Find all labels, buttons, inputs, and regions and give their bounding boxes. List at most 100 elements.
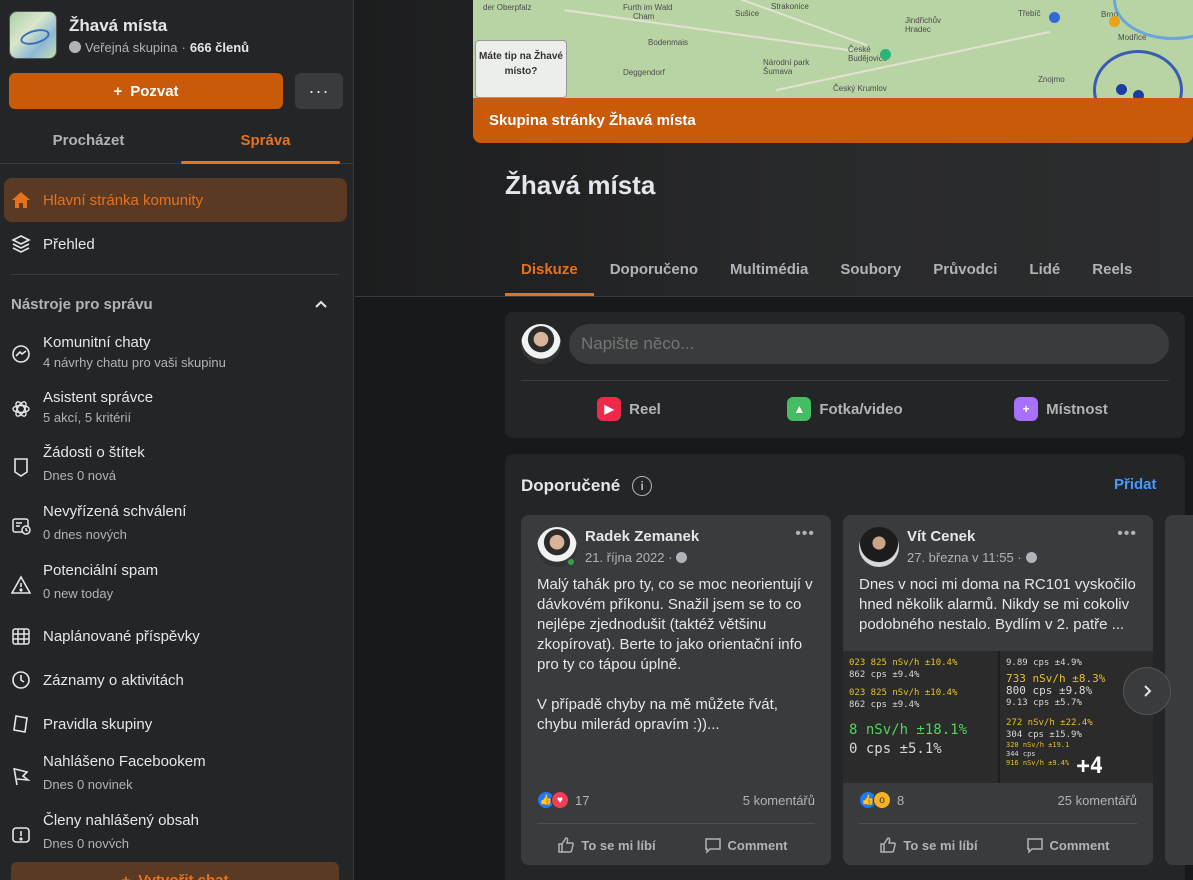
map-marker[interactable] bbox=[880, 49, 891, 60]
sidebar-item-community-chats[interactable]: Komunitní chaty 4 návrhy chatu pro vaši … bbox=[4, 334, 347, 378]
more-options-button[interactable]: ··· bbox=[295, 73, 343, 109]
post-input[interactable] bbox=[569, 324, 1169, 364]
post-text: Dnes v noci mi doma na RC101 vyskočilo h… bbox=[859, 576, 1136, 633]
create-chat-label: Vytvořit chat bbox=[138, 871, 229, 880]
group-title[interactable]: Žhavá místa bbox=[69, 16, 249, 36]
comment-count[interactable]: 25 komentářů bbox=[1058, 793, 1138, 808]
map-marker[interactable] bbox=[1133, 90, 1144, 98]
cover-caption[interactable]: Skupina stránky Žhavá místa bbox=[473, 98, 1193, 143]
group-members[interactable]: 666 členů bbox=[190, 40, 249, 55]
map-marker[interactable] bbox=[1049, 12, 1060, 23]
divider bbox=[521, 380, 1169, 381]
comment-count[interactable]: 5 komentářů bbox=[743, 793, 815, 808]
tip-box[interactable]: Máte tip na Žhavé místo? bbox=[475, 40, 567, 98]
tool-sub: 5 akcí, 5 kritérií bbox=[43, 410, 132, 425]
more-media-count[interactable]: +4 bbox=[1077, 756, 1104, 778]
post-options-button[interactable]: ••• bbox=[795, 525, 815, 543]
reel-icon: ▶ bbox=[597, 397, 622, 421]
avatar[interactable] bbox=[521, 324, 561, 364]
home-icon bbox=[10, 189, 32, 211]
post-media-grid[interactable]: 023 825 nSv/h ±10.4% 862 cps ±9.4% 023 8… bbox=[843, 651, 1153, 783]
room-button[interactable]: + Místnost bbox=[953, 388, 1169, 430]
carousel-next-button[interactable] bbox=[1123, 667, 1171, 715]
sidebar-item-potential-spam[interactable]: Potenciální spam 0 new today bbox=[4, 562, 347, 610]
sidebar-item-admin-assistant[interactable]: Asistent správce 5 akcí, 5 kritérií bbox=[4, 389, 347, 433]
report-icon bbox=[10, 824, 32, 846]
post-author[interactable]: Radek Zemanek bbox=[585, 528, 699, 545]
add-featured-link[interactable]: Přidat bbox=[1114, 476, 1157, 493]
map-marker[interactable] bbox=[1116, 84, 1127, 95]
reel-button[interactable]: ▶ Reel bbox=[521, 388, 737, 430]
tab-featured[interactable]: Doporučeno bbox=[594, 242, 714, 296]
post-options-button[interactable]: ••• bbox=[1117, 525, 1137, 543]
sidebar-item-community-home[interactable]: Hlavní stránka komunity bbox=[4, 178, 347, 222]
post-date[interactable]: 21. října 2022 · bbox=[585, 550, 672, 565]
sidebar-item-tag-requests[interactable]: Žádosti o štítek Dnes 0 nová bbox=[4, 444, 347, 492]
featured-post-card[interactable]: Vít Cenek 27. března v 11:55 · ••• Dnes … bbox=[843, 515, 1153, 865]
sidebar-item-overview[interactable]: Přehled bbox=[4, 222, 347, 266]
tool-sub: Dnes 0 nová bbox=[43, 468, 116, 483]
map-place: Deggendorf bbox=[623, 68, 665, 77]
sidebar-item-pending-approvals[interactable]: Nevyřízená schválení 0 dnes nových bbox=[4, 503, 347, 551]
tab-guides[interactable]: Průvodci bbox=[917, 242, 1013, 296]
info-icon[interactable]: i bbox=[632, 476, 653, 496]
comment-icon bbox=[1026, 838, 1043, 854]
reactions-summary[interactable]: 👍 ♥ 17 bbox=[537, 791, 589, 809]
tab-people[interactable]: Lidé bbox=[1013, 242, 1076, 296]
featured-section: Doporučené i Přidat Radek Zemanek 21. ří… bbox=[505, 454, 1185, 880]
tab-browse[interactable]: Procházet bbox=[0, 118, 177, 163]
avatar[interactable] bbox=[859, 527, 899, 567]
sidebar-item-member-reported[interactable]: Členy nahlášený obsah Dnes 0 nových bbox=[4, 812, 347, 848]
chevron-up-icon[interactable] bbox=[313, 296, 329, 312]
post-date[interactable]: 27. března v 11:55 · bbox=[907, 550, 1022, 565]
sidebar-tabs: Procházet Správa bbox=[0, 118, 353, 164]
tool-sub: 4 návrhy chatu pro vaši skupinu bbox=[43, 355, 226, 370]
like-button[interactable]: To se mi líbí bbox=[859, 829, 998, 861]
tab-discussion[interactable]: Diskuze bbox=[505, 242, 594, 296]
tool-label: Naplánované příspěvky bbox=[43, 627, 200, 645]
sidebar-item-group-rules[interactable]: Pravidla skupiny bbox=[4, 702, 347, 746]
map-marker[interactable] bbox=[1109, 16, 1120, 27]
tab-media[interactable]: Multimédia bbox=[714, 242, 824, 296]
reactions-summary[interactable]: 👍 o 8 bbox=[859, 791, 904, 809]
like-label: To se mi líbí bbox=[581, 837, 656, 853]
tab-files[interactable]: Soubory bbox=[824, 242, 917, 296]
photo-video-button[interactable]: ▲ Fotka/video bbox=[737, 388, 953, 430]
map-place: Cham bbox=[633, 12, 655, 21]
cover-photo[interactable]: der Oberpfalz Furth im Wald Cham Bodenma… bbox=[473, 0, 1193, 143]
map-place: Sušice bbox=[735, 9, 760, 18]
sidebar: Žhavá místa Veřejná skupina · 666 členů … bbox=[0, 0, 354, 880]
map-place: Třebíč bbox=[1018, 9, 1041, 18]
group-thumbnail[interactable] bbox=[9, 11, 57, 59]
post-author[interactable]: Vít Cenek bbox=[907, 528, 975, 545]
clock-icon bbox=[10, 669, 32, 691]
comment-label: Comment bbox=[1049, 837, 1110, 853]
reaction-count: 8 bbox=[897, 792, 905, 808]
tab-manage[interactable]: Správa bbox=[177, 118, 353, 164]
comment-button[interactable]: Comment bbox=[998, 829, 1137, 861]
cover-map: der Oberpfalz Furth im Wald Cham Bodenma… bbox=[473, 0, 1193, 98]
tool-label: Asistent správce bbox=[43, 389, 154, 406]
sidebar-item-reported-by-facebook[interactable]: Nahlášeno Facebookem Dnes 0 novinek bbox=[4, 753, 347, 801]
invite-button[interactable]: + Pozvat bbox=[9, 73, 283, 109]
thumbs-up-icon bbox=[558, 837, 575, 853]
thumbs-up-icon bbox=[880, 837, 897, 853]
media-thumbnail[interactable]: 023 825 nSv/h ±10.4% 862 cps ±9.4% 023 8… bbox=[843, 651, 998, 783]
sidebar-item-activity-log[interactable]: Záznamy o aktivitách bbox=[4, 658, 347, 702]
plus-icon: + bbox=[121, 871, 131, 880]
sidebar-item-scheduled-posts[interactable]: Naplánované příspěvky bbox=[4, 614, 347, 658]
media-thumbnail[interactable]: 9.89 cps ±4.9% 733 nSv/h ±8.3% 800 cps ±… bbox=[1000, 651, 1153, 783]
comment-button[interactable]: Comment bbox=[676, 829, 815, 861]
wow-reaction-icon: o bbox=[873, 791, 891, 809]
tab-reels[interactable]: Reels bbox=[1076, 242, 1148, 296]
like-button[interactable]: To se mi líbí bbox=[537, 829, 676, 861]
tool-label: Nevyřízená schválení bbox=[43, 503, 187, 520]
featured-post-card[interactable]: Radek Zemanek 21. října 2022 · ••• Malý … bbox=[521, 515, 831, 865]
create-chat-button[interactable]: + Vytvořit chat bbox=[11, 862, 339, 880]
like-label: To se mi líbí bbox=[903, 837, 978, 853]
group-header[interactable]: Žhavá místa Veřejná skupina · 666 členů bbox=[9, 11, 249, 59]
tool-label: Záznamy o aktivitách bbox=[43, 671, 184, 689]
tool-label: Pravidla skupiny bbox=[43, 715, 153, 733]
admin-tools-title[interactable]: Nástroje pro správu bbox=[11, 296, 153, 313]
sidebar-item-label: Hlavní stránka komunity bbox=[43, 191, 204, 209]
